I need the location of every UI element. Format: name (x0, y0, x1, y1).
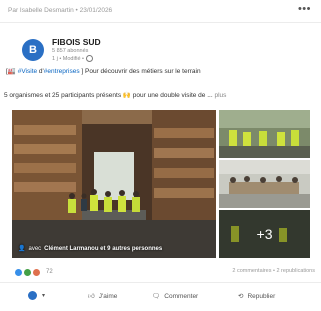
post-hashtag-line: [🏭 #Visite d'#entreprises ] Pour découvr… (6, 67, 201, 75)
photo-warehouse-visit[interactable]: 👤 avec Clément Larmanou et 9 autres pers… (12, 110, 216, 258)
comment-label: Commenter (164, 292, 199, 300)
hashline-mid: d' (37, 68, 44, 75)
post-description-text: 5 organismes et 25 participants présents… (4, 92, 213, 99)
repost-label: Republier (247, 292, 276, 300)
hashtag-visite[interactable]: #Visite (18, 68, 37, 75)
more-photos-overlay[interactable]: +3 (219, 210, 310, 258)
photo-more[interactable]: +3 (219, 210, 310, 258)
person-tag-icon: 👤 (18, 246, 26, 252)
photo-meeting-room[interactable] (219, 160, 310, 208)
reactions-count[interactable]: 72 (46, 269, 53, 275)
like-button[interactable]: 👍︎ J'aime (88, 292, 118, 301)
post-header-bar: Par Isabelle Desmartin • 23/01/2026 ••• (0, 0, 321, 23)
post-meta: 1 j • Modifié • (52, 55, 93, 62)
photo-group-outdoor[interactable] (219, 110, 310, 158)
hashtag-entreprises[interactable]: #entreprises (44, 68, 80, 75)
reactions-summary[interactable]: 72 (14, 267, 53, 277)
comments-reposts-stats[interactable]: 2 commentaires • 2 republications (232, 268, 315, 274)
caption-prefix: avec (28, 245, 42, 252)
comment-icon: 🗨︎ (152, 293, 161, 300)
thumbs-up-icon: 👍︎ (88, 293, 95, 300)
like-reaction-icon (14, 267, 23, 277)
photo-grid: 👤 avec Clément Larmanou et 9 autres pers… (12, 110, 310, 258)
author-block[interactable]: B FIBOIS SUD 5 857 abonnés 1 j • Modifié… (22, 36, 282, 70)
author-followers: 5 857 abonnés (52, 48, 89, 54)
factory-emoji: 🏭 (7, 68, 16, 75)
like-label: J'aime (98, 292, 118, 300)
repost-button[interactable]: ⟲ Republier (238, 292, 276, 301)
post-actions-bar: ▾ 👍︎ J'aime 🗨︎ Commenter ⟲ Republier (0, 282, 321, 311)
meeting-room-scene (219, 160, 310, 208)
post-description: 5 organismes et 25 participants présents… (4, 91, 226, 99)
warehouse-scene (12, 110, 216, 258)
reaction-identity-selector[interactable]: ▾ (28, 291, 45, 300)
photo-tag-caption[interactable]: 👤 avec Clément Larmanou et 9 autres pers… (18, 245, 163, 253)
love-reaction-icon (32, 267, 41, 277)
comment-button[interactable]: 🗨︎ Commenter (152, 292, 199, 301)
caption-names: Clément Larmanou et 9 autres personnes (44, 245, 163, 252)
author-name[interactable]: FIBOIS SUD (52, 37, 101, 47)
more-options-icon[interactable]: ••• (298, 3, 311, 15)
post-meta-text: 1 j • Modifié • (52, 55, 84, 62)
post-byline: Par Isabelle Desmartin • 23/01/2026 (8, 7, 113, 14)
see-more-link[interactable]: plus (214, 92, 226, 99)
current-user-avatar (28, 291, 37, 300)
chevron-down-icon: ▾ (42, 293, 46, 299)
globe-icon (85, 55, 93, 62)
celebrate-reaction-icon (23, 267, 32, 277)
hashline-rest: ] Pour découvrir des métiers sur le terr… (79, 68, 201, 75)
repost-icon: ⟲ (238, 293, 244, 300)
company-logo[interactable]: B (22, 39, 44, 61)
outdoor-group-scene (219, 110, 310, 158)
